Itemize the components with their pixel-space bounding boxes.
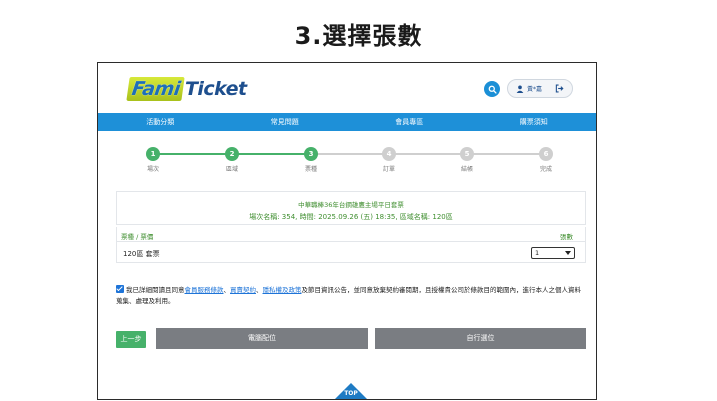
user-icon [516,85,524,93]
logout-icon [555,84,564,93]
search-icon [488,85,497,94]
logo-part-ticket: Ticket [184,77,247,100]
step-circle: 5 [460,147,474,161]
ticket-type-name: 120區 套票 [123,250,160,258]
quantity-select[interactable]: 1 [531,247,575,259]
step-circle: 4 [382,147,396,161]
step-circle: 6 [539,147,553,161]
page-heading: 3.選擇張數 [294,22,423,50]
step-circle: 2 [225,147,239,161]
link-sales-contract[interactable]: 買賣契約 [230,286,256,294]
col-header-type: 票種 / 票價 [121,233,154,241]
step-1: 1 場次 [133,147,173,173]
agreement-pre: 我已詳細閱讀且同意 [126,286,185,294]
event-detail: 場次名稱: 354, 時間: 2025.09.26 (五) 18:35, 區域名… [249,213,453,221]
famiticket-logo[interactable]: Fami Ticket [126,75,247,102]
agreement-text: 我已詳細閱讀且同意會員服務條款、買賣契約、隱私權及政策及節目資訊公告，並同意放棄… [116,285,586,307]
nav-item-ticket-notice[interactable]: 購票須知 [472,113,597,131]
step-circle: 1 [146,147,160,161]
step-label: 區域 [225,166,238,173]
search-button[interactable] [484,81,500,97]
logo-part-fami: Fami [126,76,185,101]
step-label: 完成 [539,166,552,173]
step-circle: 3 [304,147,318,161]
step-6: 6 完成 [526,147,566,173]
browser-frame: Fami Ticket 黃*嘉 活動分類 常見問題 會員專區 購票須知 1 場次… [97,62,597,400]
main-nav: 活動分類 常見問題 會員專區 購票須知 [98,113,596,131]
nav-item-faq[interactable]: 常見問題 [223,113,348,131]
step-4: 4 訂單 [369,147,409,173]
nav-item-member[interactable]: 會員專區 [347,113,472,131]
step-line-pending [311,153,546,155]
chevron-down-icon [565,251,571,255]
site-header: Fami Ticket 黃*嘉 [98,63,596,113]
ticket-table: 票種 / 票價 張數 120區 套票 1 [116,227,586,263]
step-3: 3 票種 [291,147,331,173]
col-header-qty: 張數 [560,233,573,241]
step-label: 訂單 [382,166,395,173]
event-title: 中華職棒36年台鋼雄鷹主場平日套票 [298,201,404,209]
user-name: 黃*嘉 [527,86,543,93]
step-2: 2 區域 [212,147,252,173]
step-label: 結帳 [460,166,473,173]
nav-item-categories[interactable]: 活動分類 [98,113,223,131]
back-to-top-button[interactable]: TOP [333,381,369,399]
step-label: 票種 [304,166,317,173]
progress-steps: 1 場次 2 區域 3 票種 4 訂單 5 結帳 6 完成 [98,143,596,183]
table-row: 120區 套票 1 [117,243,585,263]
link-privacy-policy[interactable]: 隱私權及政策 [263,286,302,294]
user-menu[interactable]: 黃*嘉 [507,79,573,98]
event-info-box: 中華職棒36年台鋼雄鷹主場平日套票 場次名稱: 354, 時間: 2025.09… [116,191,586,225]
ticket-table-header: 票種 / 票價 張數 [117,227,585,242]
agree-checkbox[interactable] [116,285,124,293]
logout-button[interactable] [555,84,564,93]
link-member-terms[interactable]: 會員服務條款 [185,286,224,294]
manual-seat-button[interactable]: 自行選位 [375,328,586,349]
step-label: 場次 [146,166,159,173]
top-label: TOP [344,390,358,397]
previous-step-button[interactable]: 上一步 [116,331,146,348]
step-5: 5 結帳 [447,147,487,173]
quantity-value: 1 [535,249,540,257]
auto-seat-button[interactable]: 電腦配位 [156,328,368,349]
